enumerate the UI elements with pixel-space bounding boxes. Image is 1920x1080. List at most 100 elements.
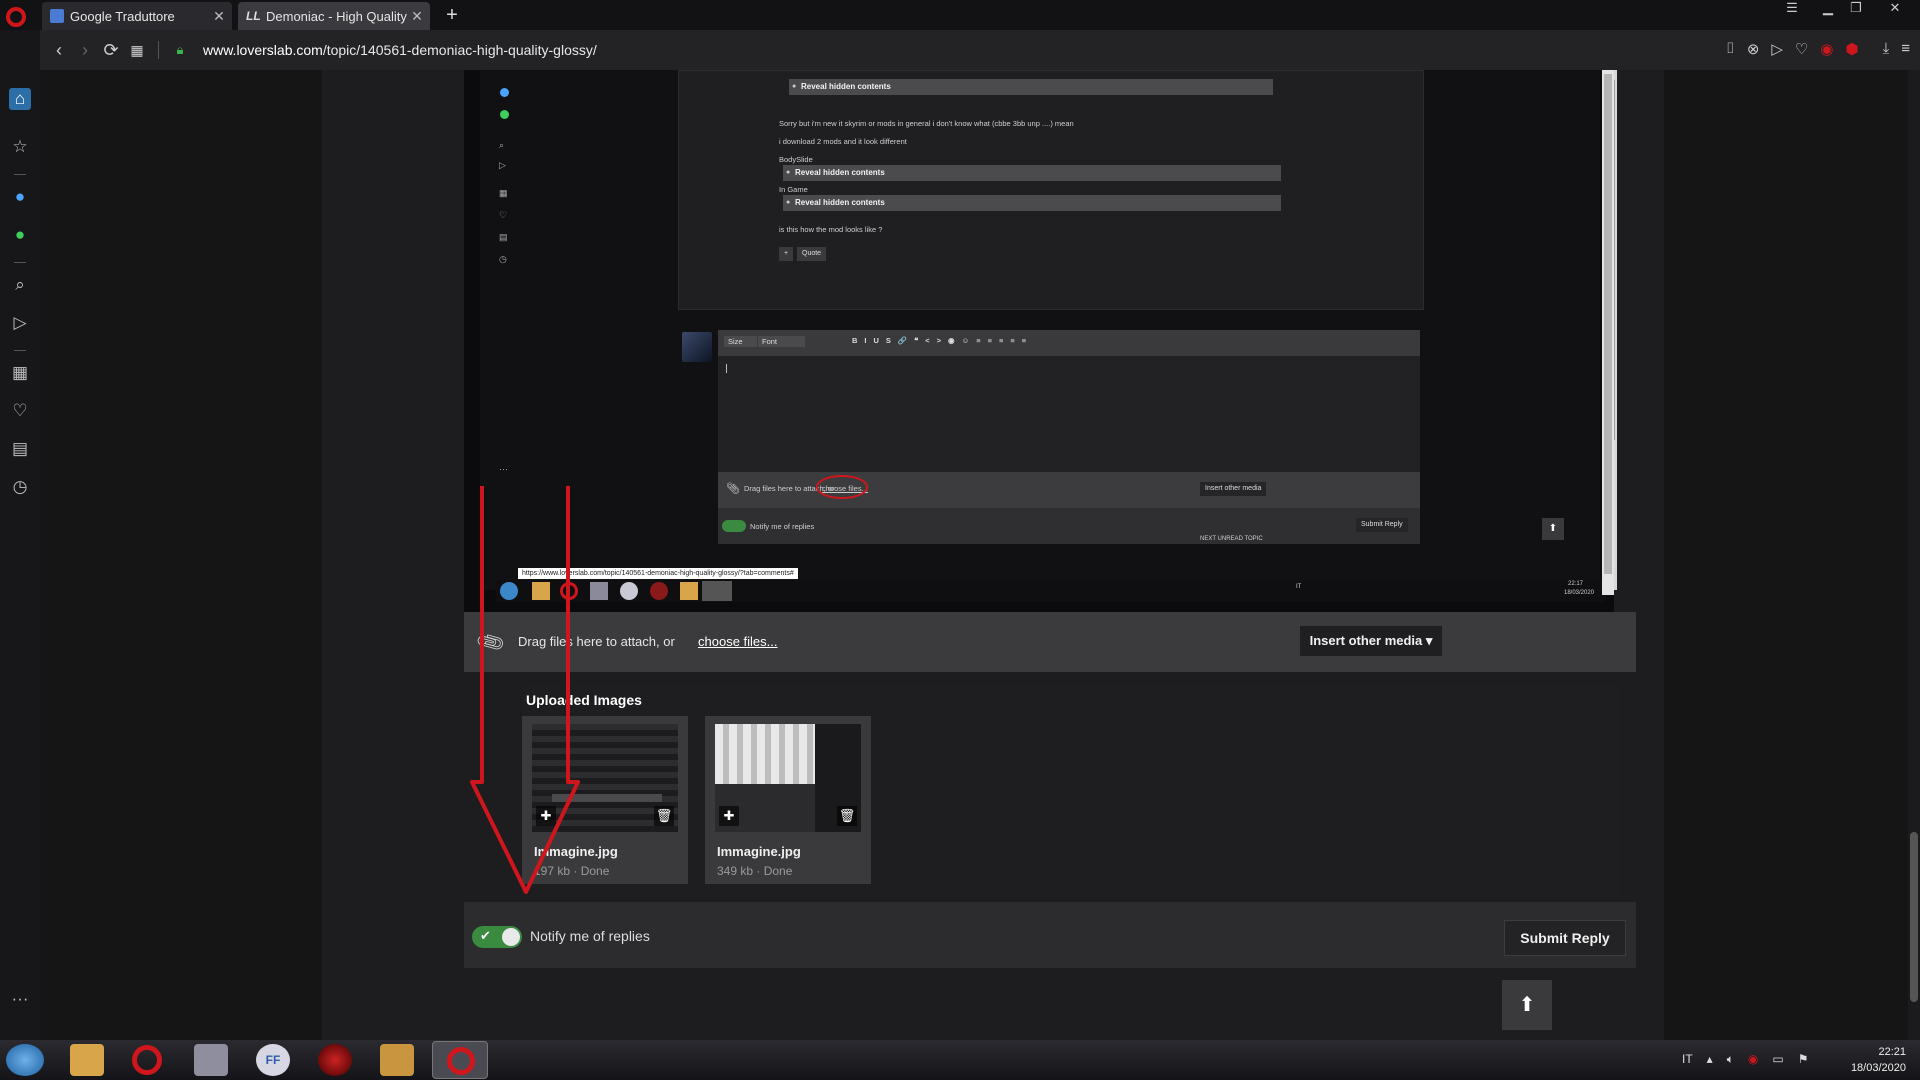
tab-menu-icon[interactable]: ☰ (1782, 0, 1802, 18)
toggle-knob (502, 928, 520, 946)
forward-icon[interactable]: › (72, 40, 98, 61)
camera-icon[interactable]: ⌷ (1726, 40, 1735, 58)
adblock-icon[interactable]: ⬢ (1845, 40, 1858, 58)
opera-running-icon[interactable] (432, 1041, 488, 1079)
minimize-icon[interactable]: ▁ (1818, 0, 1838, 18)
more-options-icon[interactable]: ··· (9, 988, 31, 1010)
flow-send-icon[interactable]: ▷ (9, 312, 31, 334)
windows-taskbar: FF IT ▴ 🔈︎ ◉ ▭ ⚑ 22:21 18/03/2020 (0, 1040, 1920, 1080)
separator (14, 174, 26, 175)
loverslab-icon: LL (246, 9, 261, 23)
post-text: Sorry but i'm new it skyrim or mods in g… (779, 119, 1074, 128)
app-icon[interactable] (380, 1044, 414, 1076)
tray-arrow-icon[interactable]: ▴ (1707, 1052, 1713, 1067)
screenshot-editor: Size Font BIUS🔗❝<>◉☺≡≡≡≡≡ 📎︎ Drag files … (718, 330, 1420, 544)
screenshot-taskbar: IT 22:17 18/03/2020 (496, 580, 1606, 602)
maximize-icon[interactable]: ❐ (1846, 0, 1866, 18)
embedded-screenshot: ⌕ ▷ ▦ ♡ ▤ ◷ ··· Reveal hidden contents S… (464, 70, 1617, 612)
opera-menu-icon[interactable] (6, 7, 26, 27)
trash-icon[interactable]: 🗑︎ (837, 806, 857, 826)
system-tray: IT ▴ 🔈︎ ◉ ▭ ⚑ (1682, 1052, 1809, 1067)
bookmarks-star-icon[interactable]: ☆ (9, 136, 31, 158)
annotation-arrow (470, 486, 580, 894)
separator (14, 350, 26, 351)
reply-footer: ✔ Notify me of replies Submit Reply (464, 902, 1636, 968)
trash-icon[interactable]: 🗑︎ (654, 806, 674, 826)
back-icon[interactable]: ‹ (46, 40, 72, 61)
screenshot-post: Reveal hidden contents Sorry but i'm new… (678, 70, 1424, 310)
tab-loverslab[interactable]: LL Demoniac - High Quality G ✕ (238, 2, 430, 30)
start-button-icon[interactable] (6, 1044, 44, 1076)
reveal-hidden-contents: Reveal hidden contents (783, 165, 1281, 181)
editor-attach-bar: 📎︎ Drag files here to attach, or choose … (718, 472, 1420, 508)
url-field[interactable]: www.loverslab.com/topic/140561-demoniac-… (203, 42, 597, 58)
download-icon[interactable]: ⤓ (1883, 40, 1890, 58)
uploaded-images-panel: Uploaded Images ✚ 🗑︎ Immagine.jpg 197 kb… (522, 684, 1618, 902)
tabs-overview-icon[interactable]: ▦ (124, 42, 150, 59)
history-clock-icon[interactable]: ◷ (9, 476, 31, 498)
google-translate-icon (50, 9, 64, 23)
ffdec-icon[interactable]: FF (256, 1044, 290, 1076)
choose-files-link[interactable]: choose files... (698, 634, 778, 649)
news-icon[interactable]: ▤ (9, 438, 31, 460)
close-tab-icon[interactable]: ✕ (210, 8, 228, 25)
notify-toggle[interactable]: ✔ (472, 926, 522, 948)
editor-toolbar: Size Font BIUS🔗❝<>◉☺≡≡≡≡≡ (718, 330, 1420, 356)
tab-title: Demoniac - High Quality G (266, 8, 408, 24)
insert-other-media-button[interactable]: Insert other media ▾ (1300, 626, 1442, 656)
network-icon[interactable]: ▭ (1772, 1052, 1783, 1067)
volume-icon[interactable]: 🔈︎ (1727, 1052, 1734, 1067)
clock-time: 22:21 (1878, 1046, 1906, 1058)
heart-icon[interactable]: ♡ (9, 400, 31, 422)
attach-bar: 📎︎ Drag files here to attach, or choose … (464, 612, 1636, 672)
font-select: Font (758, 336, 806, 347)
insert-into-post-icon[interactable]: ✚ (719, 806, 739, 826)
separator (158, 41, 159, 59)
messenger-icon[interactable]: ● (9, 186, 31, 208)
opera-sidebar: ⌂ ☆ ● ● ⌕ ▷ ▦ ♡ ▤ ◷ ··· (0, 30, 40, 1040)
url-host: www.loverslab.com (203, 42, 323, 58)
submit-reply-button[interactable]: Submit Reply (1504, 920, 1626, 956)
clock[interactable]: 22:21 18/03/2020 (1851, 1044, 1906, 1076)
page-viewport: ⌕ ▷ ▦ ♡ ▤ ◷ ··· Reveal hidden contents S… (40, 70, 1920, 1040)
reveal-hidden-contents: Reveal hidden contents (789, 79, 1273, 95)
next-unread-topic: NEXT UNREAD TOPIC (1200, 536, 1263, 542)
format-buttons: BIUS🔗❝<>◉☺≡≡≡≡≡ (852, 336, 1034, 345)
separator (14, 262, 26, 263)
search-icon[interactable]: ⌕ (9, 274, 31, 296)
opera-icon[interactable] (132, 1045, 162, 1075)
page-scrollbar[interactable] (1908, 70, 1920, 1040)
send-icon[interactable]: ▷ (1771, 40, 1783, 58)
close-window-icon[interactable]: ✕ (1880, 0, 1910, 18)
uploaded-image-card[interactable]: ✚ 🗑︎ Immagine.jpg 349 kb · Done (705, 716, 871, 884)
home-icon[interactable]: ⌂ (9, 88, 31, 110)
back-to-top-icon: ⬆ (1542, 518, 1564, 540)
game-app-icon[interactable] (318, 1044, 352, 1076)
file-explorer-icon[interactable] (70, 1044, 104, 1076)
opera-vpn-icon[interactable]: ◉ (1820, 40, 1833, 58)
media-app-icon[interactable] (194, 1044, 228, 1076)
close-tab-icon[interactable]: ✕ (408, 8, 426, 25)
tab-google-translate[interactable]: Google Traduttore ✕ (42, 2, 232, 30)
file-name: Immagine.jpg (717, 844, 801, 859)
heart-icon[interactable]: ♡ (1795, 40, 1808, 58)
editor-area (718, 356, 1420, 472)
flag-icon[interactable]: ⚑ (1798, 1052, 1809, 1067)
tracker-icon[interactable]: ⊗ (1747, 40, 1760, 58)
notify-label: Notify me of replies (530, 928, 650, 944)
tab-title: Google Traduttore (70, 8, 175, 24)
easy-setup-icon[interactable]: ≡ (1901, 40, 1910, 58)
speed-dial-icon[interactable]: ▦ (9, 362, 31, 384)
clock-date: 18/03/2020 (1850, 1062, 1906, 1074)
add-icon: + (779, 247, 794, 261)
reveal-hidden-contents: Reveal hidden contents (783, 195, 1281, 211)
insert-media-button: Insert other media (1200, 482, 1267, 496)
whatsapp-icon[interactable]: ● (9, 224, 31, 246)
reload-icon[interactable]: ⟳ (98, 40, 124, 61)
back-to-top-icon[interactable]: ⬆ (1502, 980, 1552, 1030)
post-text: BodySlide (779, 155, 813, 164)
lock-icon[interactable]: 🔒︎ (167, 42, 193, 58)
new-tab-button[interactable]: + (442, 4, 462, 27)
antivirus-icon[interactable]: ◉ (1748, 1052, 1758, 1067)
language-indicator[interactable]: IT (1682, 1052, 1693, 1067)
